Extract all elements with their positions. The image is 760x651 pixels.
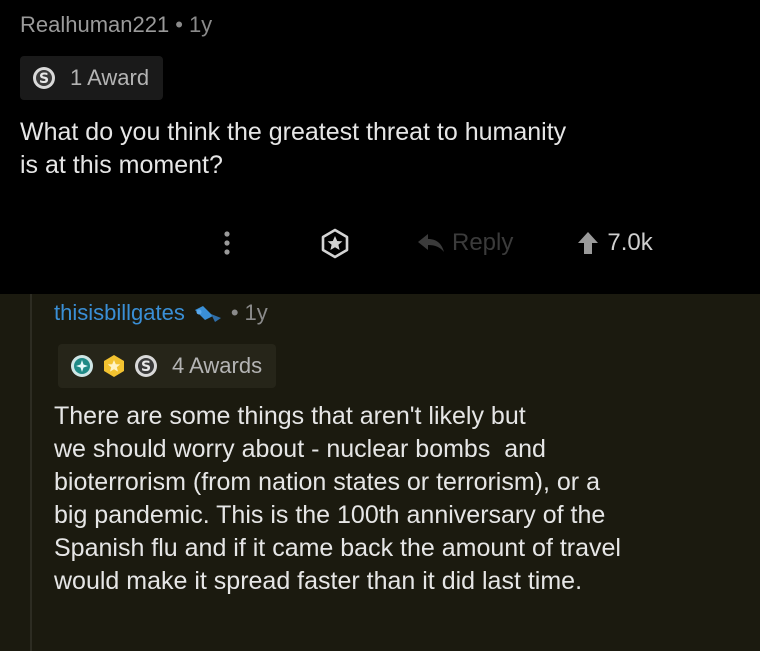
meta-separator: • (230, 300, 239, 325)
parent-comment-line: What do you think the greatest threat to… (20, 118, 567, 146)
platinum-award-icon (71, 355, 93, 377)
parent-awards-pill[interactable]: S 1 Award (20, 56, 164, 100)
reply-username[interactable]: thisisbillgates (54, 300, 185, 326)
reply-button[interactable]: Reply (452, 229, 513, 257)
parent-comment-line: is at this moment? (20, 151, 223, 179)
parent-action-bar: Reply 7.0k (222, 226, 653, 260)
silver-award-icon: S (33, 67, 55, 89)
reply-comment-line: big pandemic. This is the 100th annivers… (54, 501, 606, 529)
silver-award-icon: S (135, 355, 157, 377)
vertical-dots-icon[interactable] (222, 228, 232, 258)
svg-text:S: S (141, 359, 151, 375)
parent-comment-meta: Realhuman221 • 1y (20, 12, 212, 38)
op-badge-icon (194, 306, 221, 322)
svg-text:S: S (39, 71, 49, 87)
parent-award-count: 1 Award (70, 65, 150, 90)
meta-separator: • (175, 12, 183, 37)
reply-awards-pill[interactable]: S 4 Awards (58, 344, 277, 388)
parent-username[interactable]: Realhuman221 (20, 12, 169, 38)
reply-arrow-icon[interactable] (416, 231, 446, 255)
award-star-icon[interactable] (318, 226, 352, 260)
reply-comment-line: we should worry about - nuclear bombs an… (54, 435, 546, 463)
parent-comment-body: What do you think the greatest threat to… (20, 116, 740, 182)
reply-comment-line: would make it spread faster than it did … (54, 567, 583, 595)
reply-comment-line: Spanish flu and if it came back the amou… (54, 534, 621, 562)
parent-comment: Realhuman221 • 1y S 1 Award What do you … (0, 0, 760, 294)
parent-comment-age: 1y (188, 12, 213, 37)
reply-comment-line: bioterrorism (from nation states or terr… (54, 468, 600, 496)
gold-award-icon (104, 355, 124, 377)
reply-award-count: 4 Awards (172, 353, 263, 378)
upvote-score: 7.0k (607, 229, 653, 256)
reply-comment-meta: thisisbillgates • 1y (54, 300, 268, 326)
reply-comment-age: 1y (244, 300, 268, 325)
reply-comment-body: There are some things that aren't likely… (54, 400, 754, 598)
reply-comment-line: There are some things that aren't likely… (54, 402, 526, 430)
thread-line[interactable] (30, 294, 32, 651)
upvote-arrow-icon[interactable] (577, 230, 599, 256)
reply-comment: thisisbillgates • 1y S 4 Awards There ar… (0, 294, 760, 651)
